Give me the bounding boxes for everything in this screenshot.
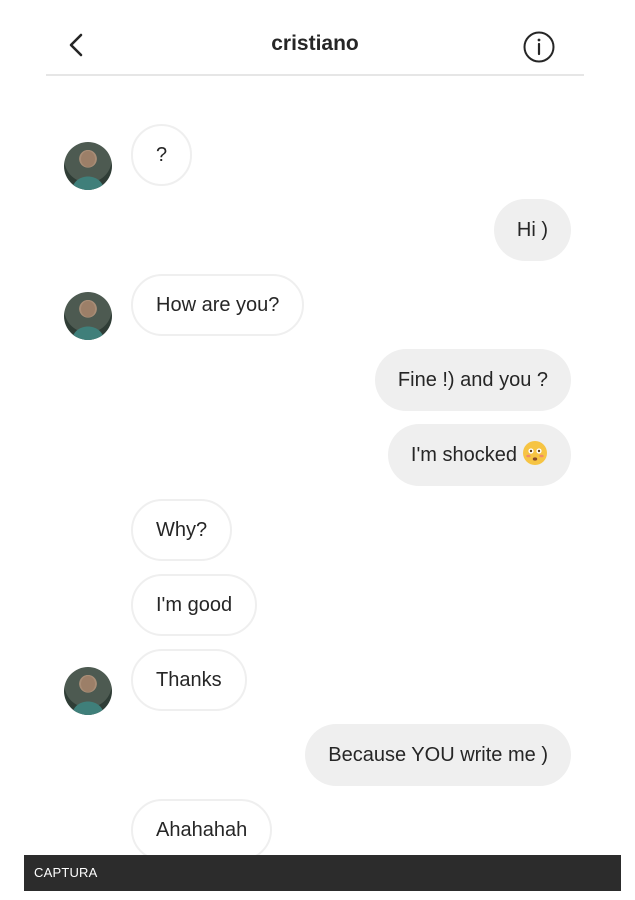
contact-avatar[interactable]: [64, 667, 112, 715]
message-incoming[interactable]: Thanks: [131, 649, 247, 711]
chat-header: cristiano: [46, 18, 584, 76]
message-incoming[interactable]: I'm good: [131, 574, 258, 636]
message-outgoing[interactable]: Because YOU write me ): [305, 724, 571, 786]
message-outgoing[interactable]: Hi ): [493, 199, 571, 261]
message-incoming[interactable]: Why?: [131, 499, 233, 561]
contact-avatar[interactable]: [64, 142, 112, 190]
caption-bar: CAPTURA: [24, 855, 621, 891]
message-incoming[interactable]: How are you?: [131, 274, 305, 336]
info-circle-icon[interactable]: [522, 30, 556, 64]
flushed-face-icon: [523, 441, 547, 465]
contact-avatar[interactable]: [64, 292, 112, 340]
message-text: I'm shocked: [410, 444, 517, 466]
message-incoming[interactable]: ?: [131, 124, 193, 186]
message-incoming[interactable]: Ahahahah: [131, 799, 273, 861]
message-outgoing[interactable]: Fine !) and you ?: [374, 349, 571, 411]
message-outgoing[interactable]: I'm shocked: [387, 424, 571, 486]
chat-title[interactable]: cristiano: [46, 32, 584, 56]
caption-label: CAPTURA: [34, 865, 98, 880]
